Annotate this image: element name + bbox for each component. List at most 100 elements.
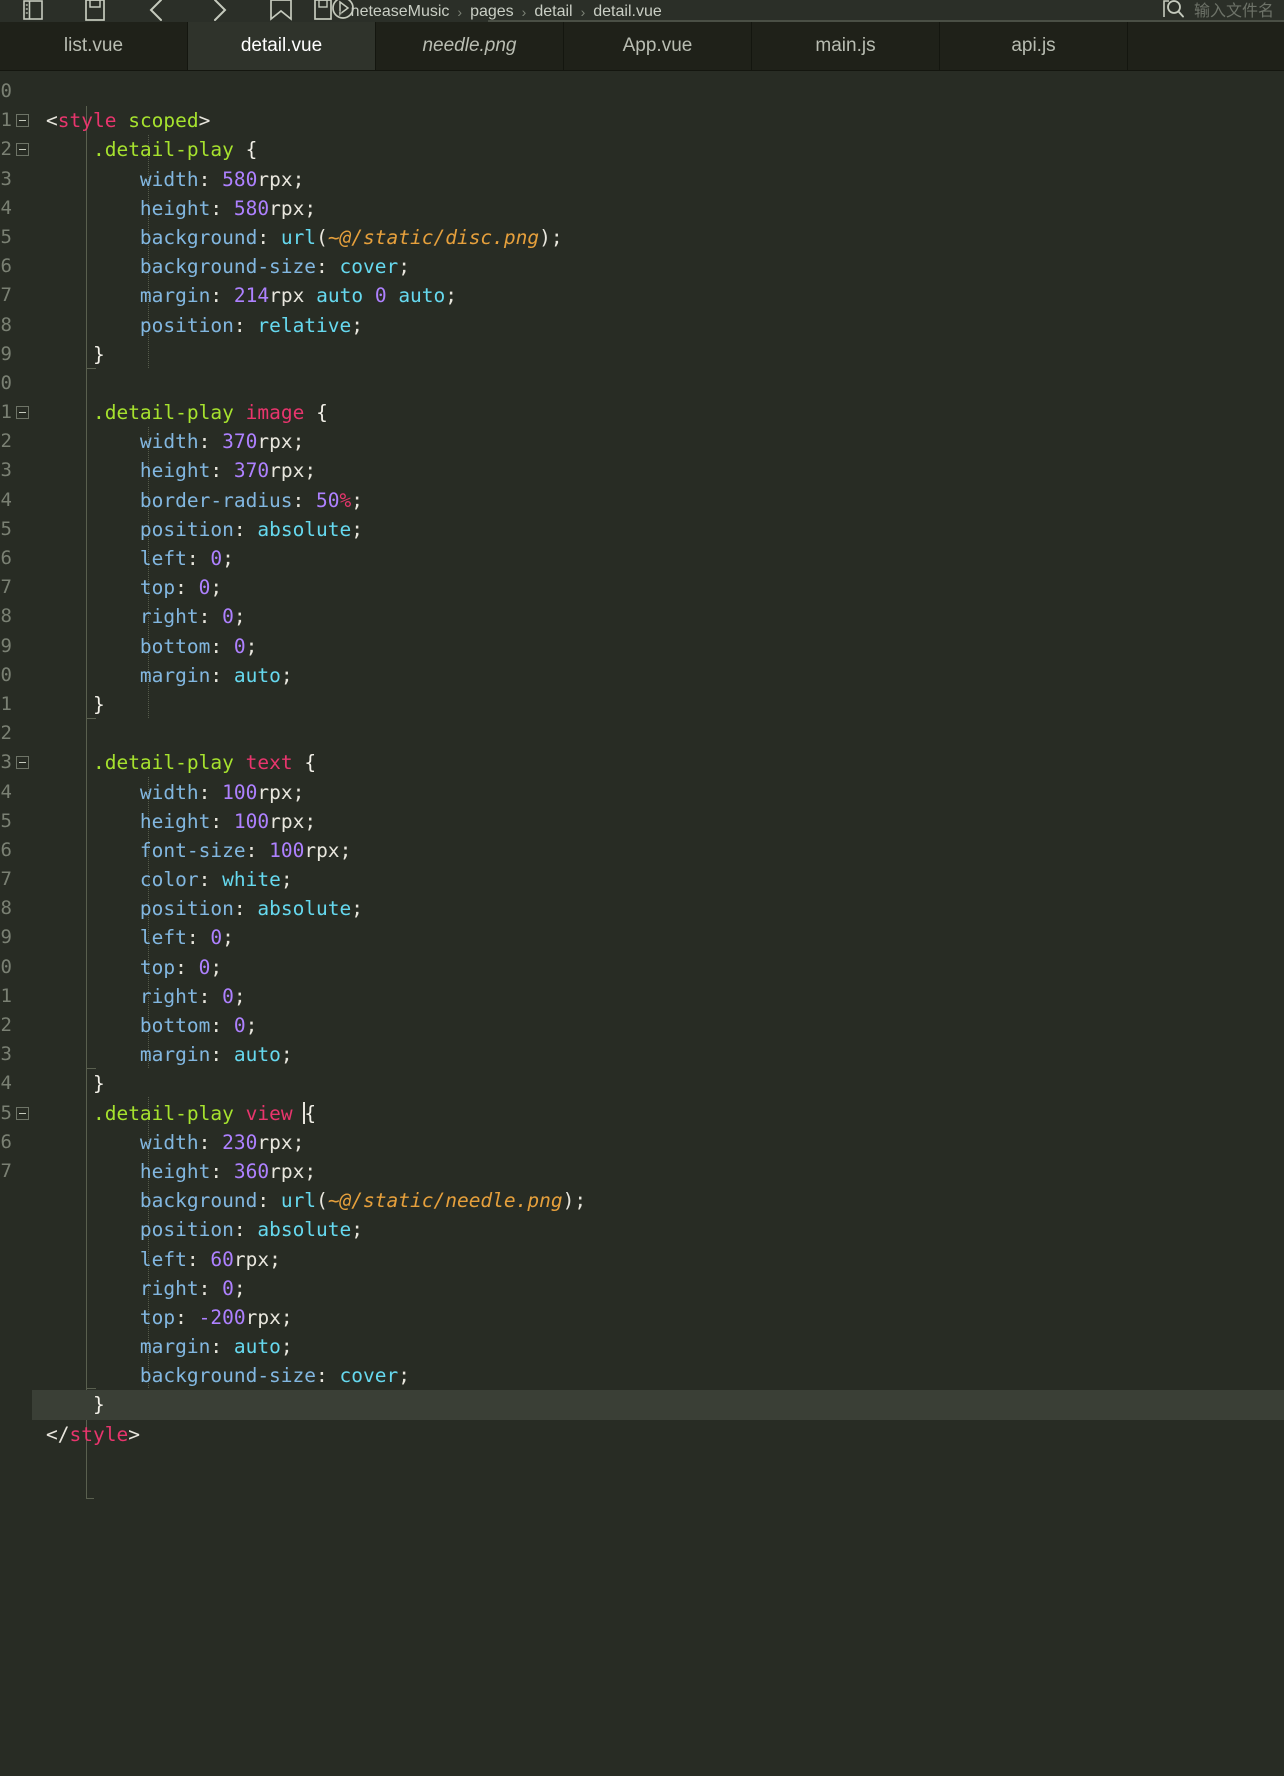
fold-row [14,1069,32,1098]
fold-row [14,369,32,398]
code-line[interactable]: .detail-play { [32,135,1284,164]
line-number: 9 [0,634,12,657]
code-line[interactable]: background: url(~@/static/needle.png); [32,1186,1284,1215]
bookmark-icon[interactable] [250,0,312,22]
line-number: 2 [0,138,12,161]
code-line[interactable]: .detail-play image { [32,398,1284,427]
fold-toggle-icon[interactable] [16,143,29,157]
breadcrumb-item-file[interactable]: detail.vue [587,2,668,22]
breadcrumb-item-detail[interactable]: detail [528,2,578,22]
code-line[interactable] [32,369,1284,398]
code-line[interactable]: margin: auto; [32,661,1284,690]
code-line-with-cursor[interactable]: .detail-play view { [32,1099,1284,1128]
code-line[interactable]: height: 360rpx; [32,1157,1284,1186]
code-line[interactable] [32,719,1284,748]
vue-file-icon [310,0,336,22]
line-number: 8 [0,897,12,920]
tab-list-vue[interactable]: list.vue [0,22,188,70]
sidebar-toggle-icon[interactable] [2,0,64,22]
code-line[interactable]: font-size: 100rpx; [32,836,1284,865]
code-line[interactable]: top: 0; [32,953,1284,982]
code-line[interactable]: height: 370rpx; [32,456,1284,485]
fold-toggle-icon[interactable] [16,1106,29,1120]
code-line[interactable]: margin: auto; [32,1040,1284,1069]
code-line[interactable]: } [32,1069,1284,1098]
code-line[interactable]: left: 0; [32,923,1284,952]
fold-row [14,223,32,252]
fold-row [14,573,32,602]
code-line[interactable]: bottom: 0; [32,1011,1284,1040]
fold-row [14,602,32,631]
tab-app-vue[interactable]: App.vue [564,22,752,70]
fold-row [14,865,32,894]
save-icon[interactable] [64,0,126,22]
back-icon[interactable] [126,0,188,22]
fold-row [14,632,32,661]
breadcrumb-item-project[interactable]: neteaseMusic [345,2,456,22]
fold-row[interactable] [14,1099,32,1128]
code-line[interactable]: left: 60rpx; [32,1245,1284,1274]
line-number: 2 [0,722,12,745]
code-line[interactable]: right: 0; [32,982,1284,1011]
code-line[interactable]: background: url(~@/static/disc.png); [32,223,1284,252]
fold-row[interactable] [14,398,32,427]
code-line[interactable]: </style> [32,1420,1284,1449]
tab-needle-png[interactable]: needle.png [376,22,564,70]
code-line[interactable]: color: white; [32,865,1284,894]
tab-main-js[interactable]: main.js [752,22,940,70]
code-line[interactable]: width: 370rpx; [32,427,1284,456]
fold-toggle-icon[interactable] [16,756,29,770]
fold-row[interactable] [14,748,32,777]
code-line[interactable]: right: 0; [32,602,1284,631]
code-line[interactable]: .detail-play text { [32,748,1284,777]
tab-api-js[interactable]: api.js [940,22,1128,70]
fold-row [14,281,32,310]
fold-row [14,923,32,952]
line-number: 9 [0,342,12,365]
code-line[interactable]: background-size: cover; [32,252,1284,281]
forward-icon[interactable] [188,0,250,22]
code-line[interactable]: bottom: 0; [32,632,1284,661]
file-search-box[interactable]: 输入文件名 [1160,0,1284,22]
fold-gutter[interactable] [14,71,32,1776]
code-line[interactable]: right: 0; [32,1274,1284,1303]
code-line[interactable]: background-size: cover; [32,1361,1284,1390]
code-editor[interactable]: 0 1 2 3 4 5 6 7 8 9 0 1 2 3 4 5 6 7 8 9 … [0,71,1284,1776]
code-line[interactable]: height: 100rpx; [32,807,1284,836]
line-number: 8 [0,605,12,628]
code-line[interactable] [32,77,1284,106]
search-input[interactable]: 输入文件名 [1194,2,1284,22]
code-line[interactable]: width: 230rpx; [32,1128,1284,1157]
fold-row [14,515,32,544]
code-line[interactable]: top: -200rpx; [32,1303,1284,1332]
breadcrumb-item-pages[interactable]: pages [464,2,520,22]
code-line[interactable]: margin: auto; [32,1332,1284,1361]
fold-row[interactable] [14,106,32,135]
code-line[interactable]: position: absolute; [32,894,1284,923]
code-line[interactable]: left: 0; [32,544,1284,573]
code-line[interactable]: height: 580rpx; [32,194,1284,223]
code-line[interactable]: margin: 214rpx auto 0 auto; [32,281,1284,310]
line-number: 4 [0,488,12,511]
line-number: 1 [0,109,12,132]
code-line[interactable]: } [32,340,1284,369]
code-line[interactable]: width: 580rpx; [32,165,1284,194]
code-line-active[interactable]: } [32,1390,1284,1420]
code-line[interactable]: border-radius: 50%; [32,486,1284,515]
code-line[interactable]: top: 0; [32,573,1284,602]
line-number: 5 [0,809,12,832]
fold-toggle-icon[interactable] [16,114,29,128]
fold-row[interactable] [14,135,32,164]
search-icon[interactable] [1160,0,1190,22]
line-number: 6 [0,547,12,569]
code-line[interactable]: position: absolute; [32,1215,1284,1244]
code-line[interactable] [32,1449,1284,1478]
code-line[interactable]: } [32,690,1284,719]
code-line[interactable]: <style scoped> [32,106,1284,135]
fold-toggle-icon[interactable] [16,406,29,420]
code-line[interactable]: position: relative; [32,311,1284,340]
tab-detail-vue[interactable]: detail.vue [188,22,376,70]
code-line[interactable]: width: 100rpx; [32,778,1284,807]
code-text-area[interactable]: <style scoped> .detail-play { width: 580… [32,71,1284,1776]
code-line[interactable]: position: absolute; [32,515,1284,544]
